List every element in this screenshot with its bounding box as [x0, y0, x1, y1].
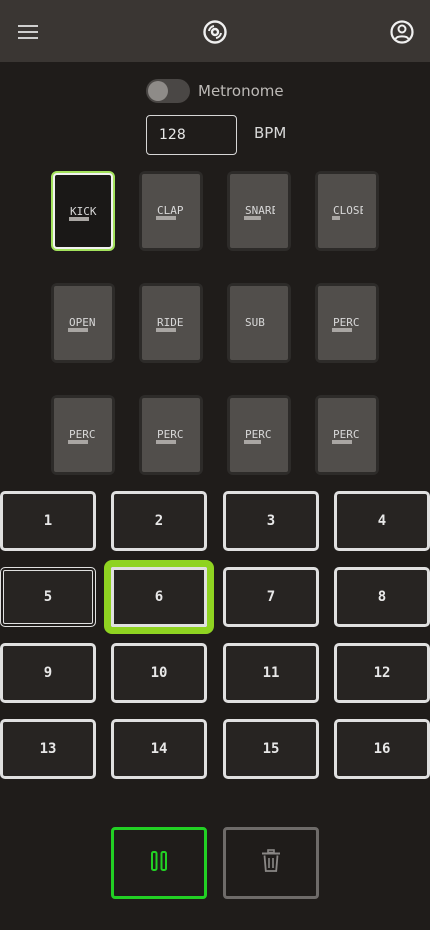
pad-perc[interactable]: PERC [139, 395, 203, 475]
clear-pattern-button[interactable] [223, 827, 319, 899]
pad-face: SNARE [230, 174, 288, 248]
trash-icon [261, 849, 281, 877]
pad-ride[interactable]: RIDE [139, 283, 203, 363]
pad-face: PERC [54, 398, 112, 472]
pad-level-bar [244, 440, 261, 444]
pad-open[interactable]: OPEN [51, 283, 115, 363]
pad-face: PERC [230, 398, 288, 472]
step-button[interactable]: 12 [334, 643, 430, 703]
metronome-label: Metronome [198, 82, 284, 100]
pad-level-bar [68, 440, 88, 444]
pause-icon [151, 851, 167, 875]
step-button[interactable]: 16 [334, 719, 430, 779]
hamburger-menu-icon[interactable] [16, 20, 40, 44]
step-button[interactable]: 13 [0, 719, 96, 779]
pad-face: CLAP [142, 174, 200, 248]
step-button[interactable]: 9 [0, 643, 96, 703]
account-circle-icon[interactable] [389, 19, 415, 45]
step-button[interactable]: 2 [111, 491, 207, 551]
step-button[interactable]: 4 [334, 491, 430, 551]
pad-snare[interactable]: SNARE [227, 171, 291, 251]
pad-face: CLOSED [318, 174, 376, 248]
pad-face: KICK [55, 175, 111, 247]
step-button[interactable]: 14 [111, 719, 207, 779]
play-pause-button[interactable] [111, 827, 207, 899]
step-button[interactable]: 5 [0, 567, 96, 627]
pad-sub[interactable]: SUB [227, 283, 291, 363]
pad-perc[interactable]: PERC [315, 283, 379, 363]
pad-face: SUB [230, 286, 288, 360]
pad-perc[interactable]: PERC [51, 395, 115, 475]
pad-level-bar [156, 328, 176, 332]
pad-level-bar [156, 440, 176, 444]
pad-level-bar [68, 328, 88, 332]
step-button[interactable]: 15 [223, 719, 319, 779]
pad-clap[interactable]: CLAP [139, 171, 203, 251]
vinyl-record-icon[interactable] [202, 19, 228, 45]
step-button[interactable]: 8 [334, 567, 430, 627]
metronome-row: Metronome [146, 78, 284, 104]
pad-label: SUB [245, 316, 265, 329]
toggle-knob [148, 81, 168, 101]
bpm-label: BPM [254, 124, 287, 142]
pad-face: PERC [142, 398, 200, 472]
pad-closed[interactable]: CLOSED [315, 171, 379, 251]
top-app-bar [0, 0, 430, 62]
step-button[interactable]: 3 [223, 491, 319, 551]
pad-perc[interactable]: PERC [227, 395, 291, 475]
pad-level-bar [69, 217, 89, 221]
pad-face: PERC [318, 398, 376, 472]
step-button[interactable]: 1 [0, 491, 96, 551]
pad-face: PERC [318, 286, 376, 360]
pad-perc[interactable]: PERC [315, 395, 379, 475]
pad-level-bar [244, 216, 261, 220]
step-button[interactable]: 7 [223, 567, 319, 627]
pad-face: OPEN [54, 286, 112, 360]
pad-face: RIDE [142, 286, 200, 360]
step-button[interactable]: 11 [223, 643, 319, 703]
pad-level-bar [332, 440, 352, 444]
metronome-toggle[interactable] [146, 79, 190, 103]
pad-level-bar [156, 216, 176, 220]
pad-level-bar [332, 328, 352, 332]
pad-level-bar [332, 216, 340, 220]
step-button-current[interactable]: 6 [104, 560, 214, 634]
step-button[interactable]: 10 [111, 643, 207, 703]
bpm-input[interactable] [146, 115, 237, 155]
pad-kick[interactable]: KICK [51, 171, 115, 251]
